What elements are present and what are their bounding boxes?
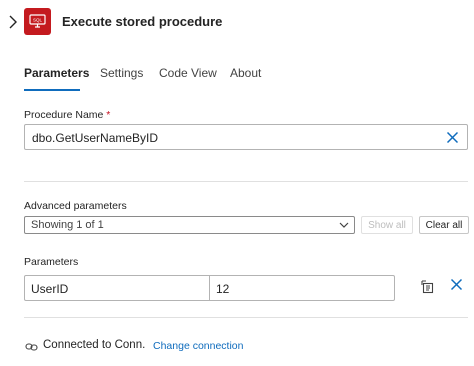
advanced-parameters-dropdown[interactable]: Showing 1 of 1 bbox=[24, 216, 355, 234]
chevron-right-icon[interactable] bbox=[6, 14, 20, 30]
tab-about[interactable]: About bbox=[230, 66, 261, 80]
parameters-label: Parameters bbox=[24, 256, 79, 268]
chevron-down-icon bbox=[339, 220, 349, 230]
procedure-name-field[interactable] bbox=[24, 124, 468, 150]
tab-settings[interactable]: Settings bbox=[100, 66, 143, 80]
dropdown-value: Showing 1 of 1 bbox=[31, 219, 104, 231]
section-divider bbox=[24, 181, 468, 182]
procedure-name-label: Procedure Name * bbox=[24, 109, 110, 121]
parameter-value-cell[interactable] bbox=[209, 275, 395, 301]
procedure-name-label-text: Procedure Name bbox=[24, 109, 104, 121]
procedure-name-input[interactable] bbox=[32, 129, 432, 146]
delete-parameter-icon[interactable] bbox=[450, 278, 463, 296]
change-connection-link[interactable]: Change connection bbox=[153, 340, 244, 352]
sql-icon-text: SQL bbox=[33, 18, 43, 23]
sql-server-icon: SQL bbox=[24, 8, 51, 35]
parameter-name-input[interactable] bbox=[31, 280, 201, 297]
tab-parameters[interactable]: Parameters bbox=[24, 66, 89, 80]
tab-code-view[interactable]: Code View bbox=[159, 66, 217, 80]
footer-divider bbox=[24, 317, 468, 318]
switch-input-mode-icon[interactable] bbox=[421, 280, 435, 300]
action-panel: SQL Execute stored procedure Parameters … bbox=[0, 0, 474, 366]
show-all-button[interactable]: Show all bbox=[361, 216, 413, 234]
action-title: Execute stored procedure bbox=[62, 14, 223, 29]
required-marker: * bbox=[106, 109, 111, 121]
connection-status: Connected to Conn. bbox=[43, 339, 146, 351]
parameter-name-cell[interactable] bbox=[24, 275, 210, 301]
clear-procedure-icon[interactable] bbox=[446, 131, 459, 144]
clear-all-button[interactable]: Clear all bbox=[419, 216, 469, 234]
parameter-value-input[interactable] bbox=[216, 280, 386, 297]
link-icon bbox=[25, 340, 38, 358]
advanced-parameters-label: Advanced parameters bbox=[24, 200, 127, 212]
active-tab-indicator bbox=[24, 89, 80, 91]
